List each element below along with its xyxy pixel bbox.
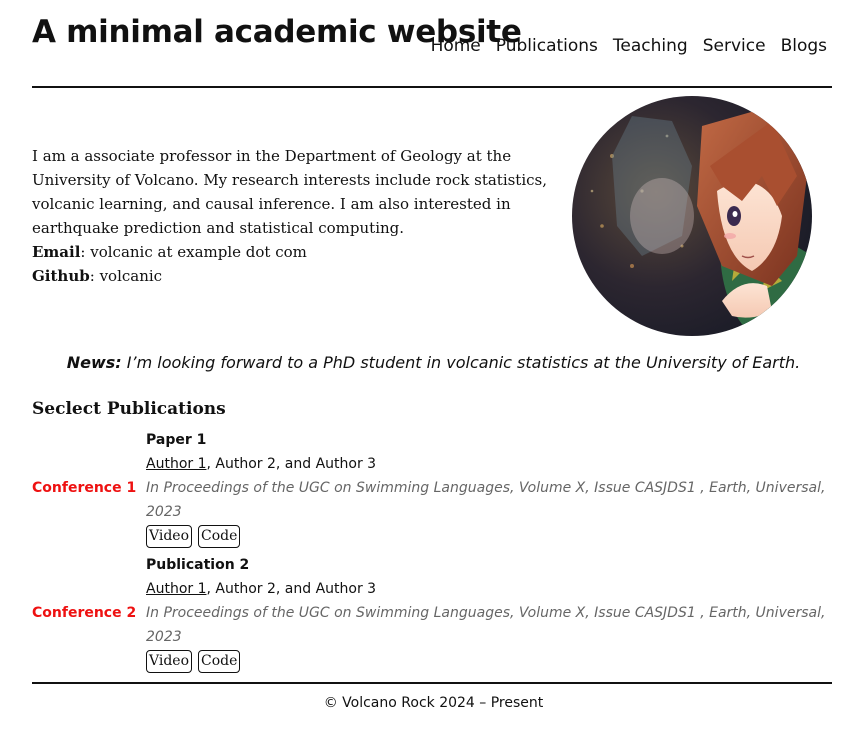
main-nav: Home Publications Teaching Service Blogs [431,34,827,58]
video-button[interactable]: Video [146,650,193,673]
github-value: : volcanic [89,267,163,285]
publication-body: Paper 1 Author 1, Author 2, and Author 3… [146,428,826,548]
publication-citation: In Proceedings of the UGC on Swimming La… [146,480,826,520]
header-divider [32,86,832,88]
nav-home[interactable]: Home [431,34,481,58]
bio-section: I am a associate professor in the Depart… [32,144,562,288]
publications-heading: Seclect Publications [32,399,226,419]
code-button[interactable]: Code [198,650,241,673]
publication-venue: Conference 1 [32,480,137,496]
publication-title: Paper 1 [146,432,207,448]
publication-citation: In Proceedings of the UGC on Swimming La… [146,605,826,645]
publication-body: Publication 2 Author 1, Author 2, and Au… [146,553,826,673]
github-line: Github: volcanic [32,264,562,288]
email-line: Email: volcanic at example dot com [32,240,562,264]
email-value: : volcanic at example dot com [80,243,307,261]
nav-service[interactable]: Service [703,34,766,58]
publication-links: Video Code [146,650,826,673]
footer-divider [32,682,832,684]
publication-other-authors: , Author 2, and Author 3 [206,581,377,597]
publication-venue: Conference 2 [32,605,137,621]
publication-other-authors: , Author 2, and Author 3 [206,456,377,472]
video-button[interactable]: Video [146,525,193,548]
nav-blogs[interactable]: Blogs [781,34,827,58]
bio-text: I am a associate professor in the Depart… [32,147,548,237]
publication-title: Publication 2 [146,557,250,573]
publication-first-author[interactable]: Author 1 [146,581,207,597]
email-label: Email [32,243,81,261]
nav-teaching[interactable]: Teaching [613,34,688,58]
news-label: News: [66,353,122,372]
avatar [572,96,812,336]
nav-publications[interactable]: Publications [496,34,598,58]
code-button[interactable]: Code [198,525,241,548]
publication-authors: Author 1, Author 2, and Author 3 [146,577,826,601]
publication-first-author[interactable]: Author 1 [146,456,207,472]
news-banner: News: I’m looking forward to a PhD stude… [0,350,867,376]
page: A minimal academic website Home Publicat… [0,0,867,733]
publication-links: Video Code [146,525,826,548]
news-text: I’m looking forward to a PhD student in … [126,353,801,372]
avatar-illustration [572,96,812,336]
github-label: Github [32,267,90,285]
publication-authors: Author 1, Author 2, and Author 3 [146,452,826,476]
footer-copyright: © Volcano Rock 2024 – Present [323,695,544,711]
